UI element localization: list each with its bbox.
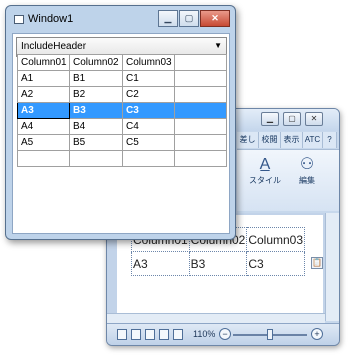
style-a-icon: A̲ [259,156,271,173]
grid-cell[interactable] [174,70,227,87]
tab-view[interactable]: 表示 [281,132,303,148]
grid-cell[interactable]: C5 [122,134,175,151]
titlebar[interactable]: Window1 ▁ ▢ ✕ [6,6,235,32]
grid-cell[interactable]: C1 [122,70,175,87]
grid-cell[interactable]: A4 [17,118,70,135]
grid-row[interactable]: A4 B4 C4 [17,118,227,135]
grid-cell[interactable]: A2 [17,86,70,103]
grid-row[interactable]: A1 B1 C1 [17,70,227,87]
ribbon: A̲ スタイル ⚇ 編集 [237,149,339,211]
editing-button[interactable]: ⚇ 編集 [289,155,325,207]
zoom-out-button[interactable]: − [219,328,231,340]
word-cell[interactable]: C3 [246,251,305,276]
horizontal-scrollbar[interactable] [107,313,325,323]
grid-cell[interactable]: B2 [69,86,123,103]
grid-cell[interactable]: B1 [69,70,123,87]
outline-icon[interactable] [159,329,169,340]
grid-new-row[interactable] [17,150,227,167]
close-button[interactable]: ✕ [305,112,323,126]
grid-row[interactable]: A5 B5 C5 [17,134,227,151]
zoom-level[interactable]: 110% [193,329,215,339]
draft-icon[interactable] [173,329,183,340]
grid-cell[interactable]: B3 [69,102,123,119]
word-cell[interactable]: A3 [131,251,190,276]
tab-mailings[interactable]: 差し [237,132,259,148]
column-header[interactable]: Column02 [69,54,123,71]
data-grid[interactable]: Column01 Column02 Column03 A1 B1 C1 A2 B… [17,54,227,167]
grid-header-row: Column01 Column02 Column03 [17,54,227,71]
word-cell[interactable]: B3 [188,251,248,276]
grid-cell[interactable] [174,150,227,167]
word-cell[interactable]: Column03 [246,227,305,252]
grid-cell[interactable] [69,150,123,167]
grid-cell[interactable]: B5 [69,134,123,151]
print-layout-icon[interactable] [117,329,127,340]
grid-cell[interactable]: A5 [17,134,70,151]
combobox-value: IncludeHeader [21,41,87,52]
binoculars-icon: ⚇ [299,156,315,173]
editing-label: 編集 [299,176,315,185]
grid-cell[interactable] [174,118,227,135]
grid-row-selected[interactable]: A3 B3 C3 [17,102,227,119]
chevron-down-icon: ▼ [214,41,222,50]
help-icon[interactable]: ? [323,132,337,148]
vertical-scrollbar[interactable] [325,213,339,321]
grid-cell[interactable] [174,102,227,119]
grid-cell[interactable] [174,134,227,151]
column-header[interactable]: Column03 [122,54,175,71]
zoom-in-button[interactable]: + [311,328,323,340]
grid-cell[interactable]: A1 [17,70,70,87]
web-layout-icon[interactable] [145,329,155,340]
column-header[interactable] [174,54,227,71]
tab-review[interactable]: 校閲 [259,132,281,148]
minimize-button[interactable]: ▁ [261,112,279,126]
styles-button[interactable]: A̲ スタイル [247,155,283,207]
maximize-button[interactable]: ▢ [179,10,199,27]
grid-cell-current[interactable]: A3 [17,102,70,119]
styles-label: スタイル [249,176,281,185]
grid-cell[interactable]: C2 [122,86,175,103]
zoom-slider-thumb[interactable] [267,329,273,340]
window-icon [14,15,24,24]
column-header[interactable]: Column01 [17,54,70,71]
full-screen-icon[interactable] [131,329,141,340]
grid-cell[interactable] [17,150,70,167]
close-button[interactable]: ✕ [200,10,230,27]
grid-cell[interactable] [122,150,175,167]
paste-options-icon[interactable]: 📋 [311,257,323,269]
grid-row[interactable]: A2 B2 C2 [17,86,227,103]
grid-cell[interactable]: C3 [122,102,175,119]
grid-cell[interactable]: C4 [122,118,175,135]
maximize-button[interactable]: ▢ [283,112,301,126]
status-bar: 110% − + [107,323,339,345]
grid-cell[interactable] [174,86,227,103]
window-title: Window1 [28,13,74,25]
main-window: Window1 ▁ ▢ ✕ IncludeHeader ▼ Column01 C… [5,5,236,240]
tab-atc[interactable]: ATC [303,132,323,148]
minimize-button[interactable]: ▁ [158,10,178,27]
grid-cell[interactable]: B4 [69,118,123,135]
